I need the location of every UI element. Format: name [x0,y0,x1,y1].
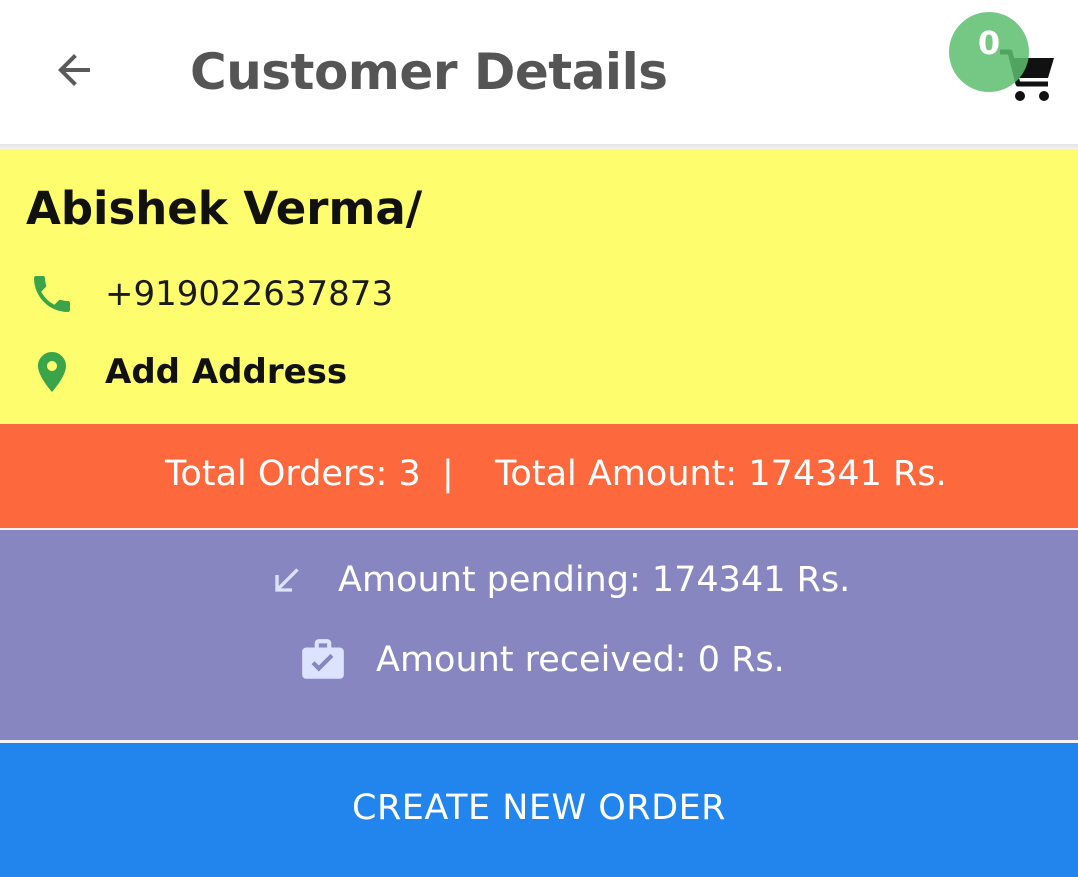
amount-received-row: Amount received: 0 Rs. [298,635,785,685]
create-new-order-label: CREATE NEW ORDER [352,788,726,828]
add-address-row[interactable]: Add Address [28,344,347,400]
arrow-down-left-icon [262,555,312,605]
phone-number: +919022637873 [105,274,394,314]
app-bar: Customer Details 0 [0,0,1078,144]
briefcase-check-icon [298,635,348,685]
customer-card: Abishek Verma/ +919022637873 Add Address [0,149,1078,424]
total-orders: Total Orders: 3 [165,454,421,494]
customer-name: Abishek Verma/ [26,182,423,235]
location-pin-icon [28,348,76,396]
cart-button[interactable]: 0 [944,8,1064,118]
phone-icon [28,270,76,318]
amount-received: Amount received: 0 Rs. [376,640,785,680]
total-amount: Total Amount: 174341 Rs. [495,454,947,494]
amount-pending: Amount pending: 174341 Rs. [338,560,851,600]
cart-count-badge: 0 [949,12,1029,92]
summary-separator: | [442,454,454,494]
back-button[interactable] [44,40,104,100]
arrow-left-icon [58,54,90,86]
payment-summary: Amount pending: 174341 Rs. Amount receiv… [0,530,1078,740]
create-new-order-button[interactable]: CREATE NEW ORDER [0,743,1078,877]
amount-pending-row: Amount pending: 174341 Rs. [262,555,850,605]
page-title: Customer Details [190,43,668,101]
phone-row[interactable]: +919022637873 [28,266,393,322]
add-address-link[interactable]: Add Address [105,352,347,392]
totals-summary: Total Orders: 3 | Total Amount: 174341 R… [0,424,1078,528]
